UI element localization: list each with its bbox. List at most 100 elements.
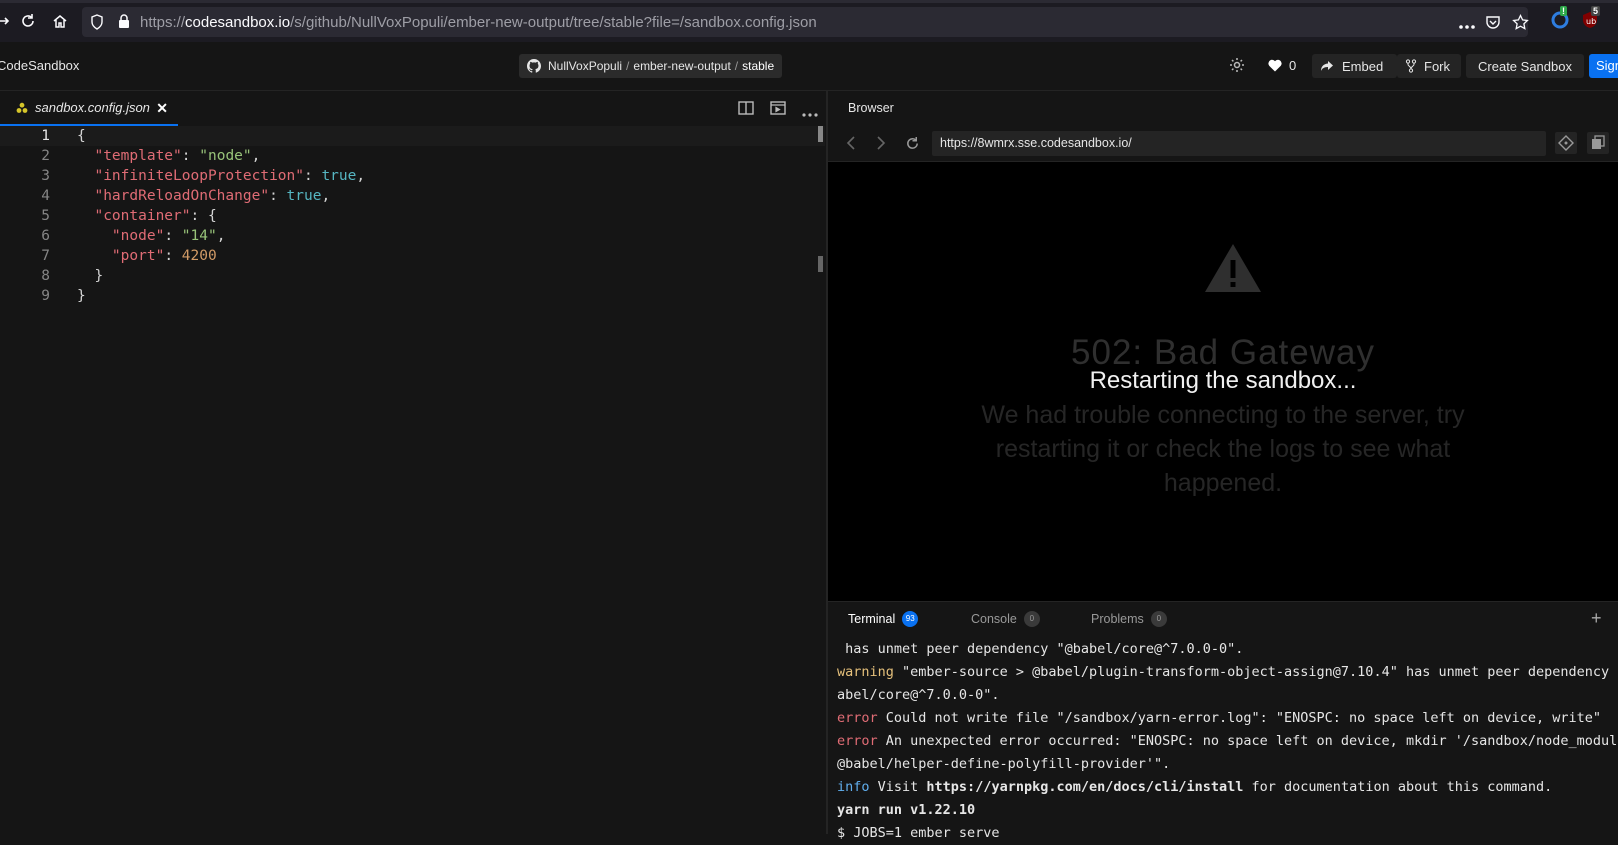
add-terminal-icon[interactable]: +: [1591, 608, 1602, 629]
code-token: "node": [199, 148, 252, 164]
code-token: :: [181, 148, 200, 164]
forward-icon[interactable]: [0, 11, 14, 31]
line-content: "hardReloadOnChange": true,: [77, 186, 330, 206]
code-line[interactable]: 1{: [0, 126, 825, 146]
terminal-line: info Visit https://yarnpkg.com/en/docs/c…: [837, 776, 1617, 799]
tab-terminal-label: Terminal: [848, 612, 896, 626]
line-content: {: [77, 126, 86, 146]
code-token: ,: [321, 188, 331, 204]
preview-address-input[interactable]: https://8wmrx.sse.codesandbox.io/: [932, 131, 1546, 156]
responsive-mode-icon[interactable]: [1555, 132, 1577, 157]
line-number: 9: [41, 288, 50, 304]
log-level: warning: [837, 664, 894, 680]
terminal-line: abel/core@^7.0.0-0".: [837, 684, 1617, 707]
sign-in-button[interactable]: Sign: [1589, 54, 1618, 78]
pocket-icon[interactable]: [1485, 14, 1503, 32]
fork-icon: [1405, 59, 1417, 73]
breadcrumb-separator: /: [626, 59, 630, 73]
line-content: "container": {: [77, 206, 217, 226]
line-number: 7: [41, 248, 50, 264]
tracking-shield-icon[interactable]: [90, 14, 106, 30]
preview-back-icon[interactable]: [846, 136, 856, 153]
log-level: info: [837, 779, 870, 795]
fork-label: Fork: [1424, 58, 1450, 74]
code-token: "node": [111, 228, 165, 244]
tab-sandbox-config[interactable]: sandbox.config.json ✕: [0, 91, 178, 126]
preview-refresh-icon[interactable]: [905, 136, 920, 154]
code-line[interactable]: 8 }: [0, 266, 825, 286]
editor-tabbar: sandbox.config.json ✕: [0, 91, 825, 127]
settings-gear-icon[interactable]: [1229, 57, 1245, 76]
preview-panel-icon[interactable]: [770, 101, 786, 118]
config-file-icon: [16, 102, 28, 113]
embed-label: Embed: [1342, 58, 1384, 74]
home-icon[interactable]: [50, 11, 70, 31]
extension-badge: !: [1560, 6, 1567, 16]
split-view-icon[interactable]: [738, 101, 754, 118]
code-line[interactable]: 6 "node": "14",: [0, 226, 825, 246]
tab-problems[interactable]: Problems 0: [1091, 611, 1167, 627]
code-line[interactable]: 2 "template": "node",: [0, 146, 825, 166]
tab-terminal[interactable]: Terminal 93: [848, 611, 919, 627]
more-actions-icon[interactable]: [802, 105, 818, 120]
tab-console[interactable]: Console 0: [971, 611, 1040, 627]
code-line[interactable]: 3 "infiniteLoopProtection": true,: [0, 166, 825, 186]
code-token: :: [269, 188, 287, 204]
fork-button[interactable]: Fork: [1397, 54, 1461, 78]
log-text: yarn run v1.22.10: [837, 802, 976, 818]
code-token: :: [303, 168, 322, 184]
tab-terminal-count: 93: [902, 611, 919, 627]
preview-navigation: https://8wmrx.sse.codesandbox.io/: [828, 126, 1618, 162]
code-token: }: [77, 268, 104, 284]
ublock-icon[interactable]: ub 5: [1581, 6, 1601, 31]
code-lines[interactable]: 1{2 "template": "node", 3 "infiniteLoopPr…: [0, 126, 825, 306]
address-bar[interactable]: https://codesandbox.io/s/github/NullVoxP…: [82, 7, 1530, 37]
extension-icon[interactable]: !: [1551, 6, 1571, 31]
page-actions-icon[interactable]: [1458, 18, 1476, 36]
code-token: true: [321, 168, 357, 184]
code-token: ,: [216, 228, 226, 244]
github-icon: [527, 59, 541, 73]
log-text: "ember-source > @babel/plugin-transform-…: [893, 664, 1617, 680]
preview-forward-icon[interactable]: [876, 136, 886, 153]
like-count: 0: [1289, 58, 1297, 73]
lock-icon[interactable]: [118, 14, 132, 30]
terminal-panel: Terminal 93 Console 0 Problems 0 + has u…: [828, 601, 1618, 841]
url-text[interactable]: https://codesandbox.io/s/github/NullVoxP…: [140, 14, 817, 31]
svg-text:ub: ub: [1586, 17, 1596, 26]
preview-header: Browser: [828, 91, 1618, 126]
line-number: 8: [41, 268, 50, 284]
log-link[interactable]: https://yarnpkg.com/en/docs/cli/install: [926, 779, 1243, 795]
code-line[interactable]: 9}: [0, 286, 825, 306]
embed-button[interactable]: Embed: [1312, 54, 1397, 78]
code-token: }: [77, 288, 86, 304]
like-button[interactable]: 0: [1268, 58, 1296, 73]
log-text: @babel/helper-define-polyfill-provider'"…: [837, 756, 1171, 772]
code-line[interactable]: 5 "container": {: [0, 206, 825, 226]
terminal-output[interactable]: has unmet peer dependency "@babel/core@^…: [837, 638, 1617, 845]
create-sandbox-button[interactable]: Create Sandbox: [1466, 54, 1584, 78]
close-tab-icon[interactable]: ✕: [156, 100, 168, 117]
log-text: An unexpected error occurred: "ENOSPC: n…: [877, 733, 1617, 749]
browser-preview: Browser https://8wmrx.sse.codesandbox.io…: [828, 91, 1618, 601]
repo-breadcrumb[interactable]: NullVoxPopuli / ember-new-output / stabl…: [519, 54, 782, 78]
open-new-window-icon[interactable]: [1587, 132, 1609, 157]
code-token: 4200: [181, 248, 217, 264]
log-level: error: [837, 710, 878, 726]
code-token: ,: [251, 148, 261, 164]
code-line[interactable]: 7 "port": 4200: [0, 246, 825, 266]
editor-scrollbar-thumb[interactable]: [818, 126, 823, 142]
bookmark-star-icon[interactable]: [1512, 13, 1530, 32]
error-message: We had trouble connecting to the server,…: [981, 401, 1465, 497]
editor-overview-marker: [818, 256, 823, 272]
app-name[interactable]: CodeSandbox: [0, 58, 79, 73]
code-token: : {: [190, 208, 217, 224]
reload-icon[interactable]: [18, 11, 38, 31]
branch-name: stable: [742, 59, 775, 73]
tab-strip: [0, 0, 1618, 3]
code-line[interactable]: 4 "hardReloadOnChange": true,: [0, 186, 825, 206]
code-token: ,: [356, 168, 366, 184]
code-token: "port": [111, 248, 165, 264]
line-content: "template": "node",: [77, 146, 260, 166]
